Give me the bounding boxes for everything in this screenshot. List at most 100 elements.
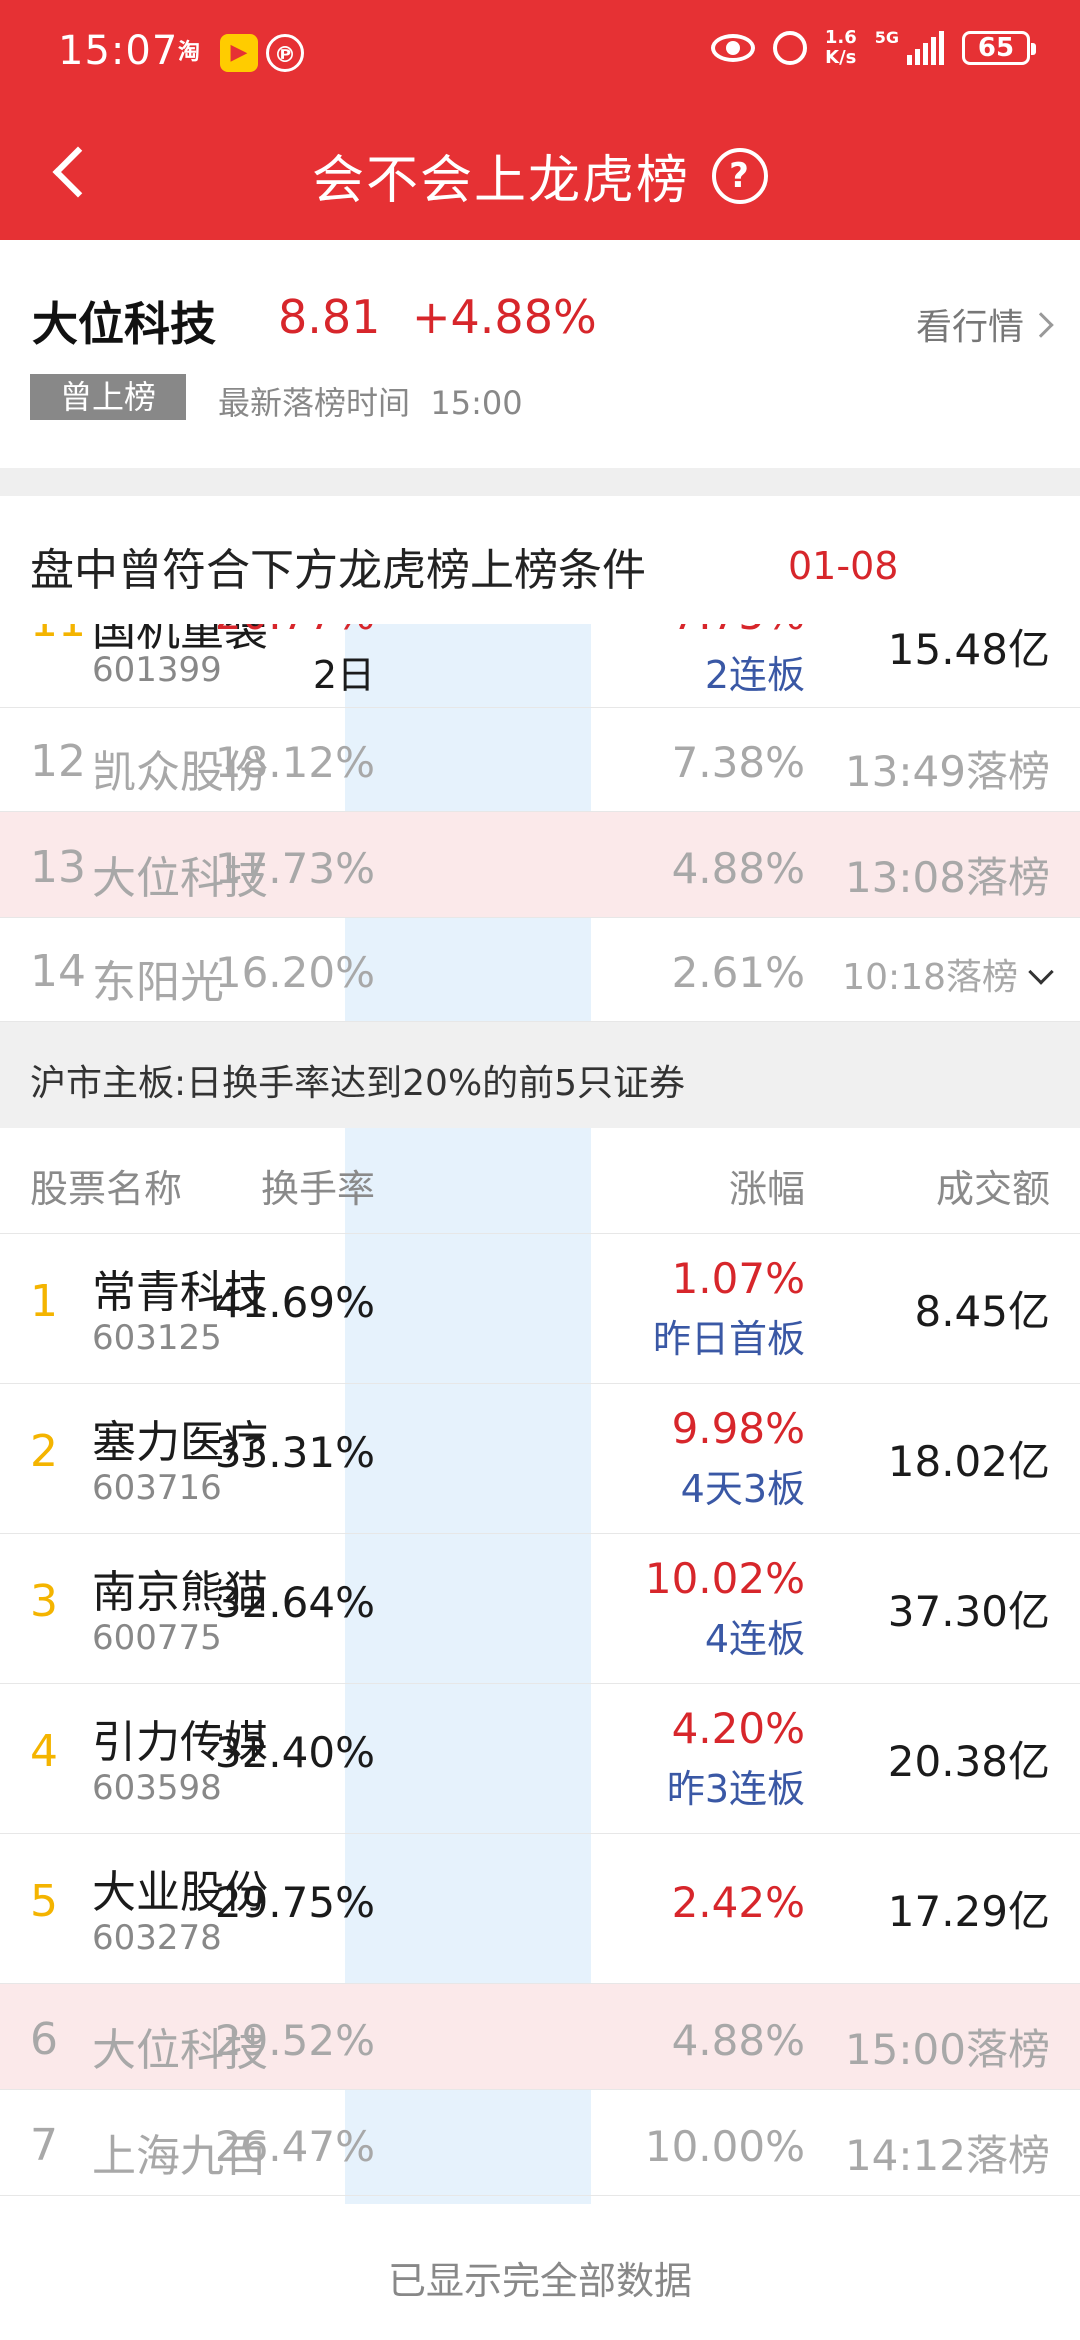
row-change: 10.02%: [644, 1554, 805, 1603]
table-row[interactable]: 5 大业股份 603278 29.75% 2.42% 17.29亿: [0, 1834, 1080, 1984]
row-change: 10.00%: [644, 2122, 805, 2171]
row-turnover: 16.20%: [214, 948, 375, 997]
divider: [0, 468, 1080, 496]
latest-drop-label: 最新落榜时间: [218, 384, 411, 422]
row-turnover: 20.77%: [215, 624, 375, 639]
status-badge: 曾上榜: [30, 374, 186, 420]
section-date: 01-08: [788, 544, 899, 588]
help-icon[interactable]: ?: [712, 147, 768, 204]
row-turnover: 32.40%: [214, 1728, 375, 1777]
row-stock-code: 601399: [92, 650, 222, 690]
col-header-amount[interactable]: 成交额: [936, 1158, 1050, 1213]
row-stock-code: 600775: [92, 1618, 222, 1658]
status-time: 15:07: [58, 28, 179, 74]
row-change-tag: 4连板: [704, 1617, 805, 1661]
table-row[interactable]: 1 常青科技 603125 41.69% 1.07% 昨日首板 8.45亿: [0, 1234, 1080, 1384]
subsection-title: 沪市主板:日换手率达到20%的前5只证券: [30, 1063, 686, 1104]
row-rank: 3: [30, 1576, 58, 1627]
app-circle-icon: ℗: [266, 34, 304, 72]
view-quote-link[interactable]: 看行情: [915, 298, 1054, 350]
video-app-icon: ▶: [220, 34, 258, 72]
signal-icon: [907, 31, 944, 65]
row-rank: 5: [30, 1876, 58, 1927]
table-row-current-stock[interactable]: 6 大位科技 29.52% 4.88% 15:00落榜: [0, 1984, 1080, 2090]
stock-price: 8.81: [278, 290, 381, 344]
row-rank: 14: [30, 946, 86, 997]
list-footer: 已显示完全部数据: [0, 2204, 1080, 2340]
row-turnover: 32.64%: [214, 1578, 375, 1627]
row-rank: 12: [30, 736, 86, 787]
row-stock-name: 东阳光: [92, 957, 224, 1008]
table-row-current-stock[interactable]: 13 大位科技 17.73% 4.88% 13:08落榜: [0, 812, 1080, 918]
stock-header: 大位科技 8.81 +4.88% 看行情 曾上榜 最新落榜时间 15:00: [0, 240, 1080, 468]
ranking-list[interactable]: 11 国机重装 601399 20.77% 2日 7.75% 2连板 15.48…: [0, 624, 1080, 2204]
page-title: 会不会上龙虎榜: [311, 151, 690, 211]
row-turnover: 33.31%: [214, 1428, 375, 1477]
table-row[interactable]: 11 国机重装 601399 20.77% 2日 7.75% 2连板 15.48…: [0, 624, 1080, 708]
col-header-change[interactable]: 涨幅: [729, 1158, 805, 1213]
stock-change-pct: +4.88%: [412, 290, 597, 344]
row-change-tag: 2连板: [704, 653, 805, 697]
latest-drop-time: 最新落榜时间 15:00: [218, 378, 523, 424]
table-row[interactable]: 3 南京熊猫 600775 32.64% 10.02% 4连板 37.30亿: [0, 1534, 1080, 1684]
section-title: 盘中曾符合下方龙虎榜上榜条件: [30, 545, 646, 596]
row-rank: 1: [30, 1276, 58, 1327]
row-amount: 37.30亿: [887, 1587, 1050, 1636]
chevron-down-icon[interactable]: [1028, 959, 1054, 985]
row-change: 9.98%: [671, 1404, 805, 1453]
row-rank: 4: [30, 1726, 58, 1777]
row-change: 7.75%: [672, 624, 805, 639]
row-stock-code: 603278: [92, 1918, 222, 1958]
row-change-tag: 昨日首板: [652, 1317, 805, 1361]
table-row[interactable]: 4 引力传媒 603598 32.40% 4.20% 昨3连板 20.38亿: [0, 1684, 1080, 1834]
row-stock-code: 603716: [92, 1468, 222, 1508]
table-row[interactable]: 7 上海九百 26.47% 10.00% 14:12落榜: [0, 2090, 1080, 2196]
table-row[interactable]: 2 塞力医疗 603716 33.31% 9.98% 4天3板 18.02亿: [0, 1384, 1080, 1534]
row-rank: 13: [30, 842, 86, 893]
table-row[interactable]: 12 凯众股份 18.12% 7.38% 13:49落榜: [0, 708, 1080, 812]
row-rank: 7: [30, 2120, 58, 2171]
row-turnover: 26.47%: [214, 2122, 375, 2171]
row-rank: 2: [30, 1426, 58, 1477]
row-stock-code: 603598: [92, 1768, 222, 1808]
row-amount: 20.38亿: [887, 1737, 1050, 1786]
network-speed: 1.6 K/s: [824, 27, 857, 68]
row-amount: 10:18落榜: [842, 948, 1054, 1000]
row-amount-text: 10:18落榜: [842, 957, 1018, 998]
row-change: 7.38%: [671, 738, 805, 787]
table-header: 股票名称 换手率 涨幅 成交额: [0, 1128, 1080, 1234]
alarm-icon: [772, 31, 807, 65]
row-amount: 15:00落榜: [844, 2025, 1050, 2074]
status-bar: 15:07 淘 ▶ ℗ 1.6 K/s 5G 65: [0, 0, 1080, 110]
row-change-tag: 4天3板: [680, 1467, 805, 1511]
row-change-tag: 昨3连板: [666, 1767, 805, 1811]
latest-drop-value: 15:00: [430, 384, 523, 422]
row-amount: 18.02亿: [887, 1437, 1050, 1486]
row-turnover: 18.12%: [214, 738, 375, 787]
col-header-turnover[interactable]: 换手率: [261, 1158, 375, 1213]
row-stock-code: 603125: [92, 1318, 222, 1358]
nav-bar: 会不会上龙虎榜 ?: [0, 110, 1080, 240]
row-rank: 6: [30, 2014, 58, 2065]
row-turnover: 41.69%: [214, 1278, 375, 1327]
row-change: 4.88%: [671, 844, 805, 893]
row-rank: 11: [30, 624, 86, 647]
row-amount: 17.29亿: [887, 1887, 1050, 1936]
battery-icon: 65: [962, 31, 1036, 65]
row-turnover: 17.73%: [214, 844, 375, 893]
row-change: 4.88%: [671, 2016, 805, 2065]
row-change: 4.20%: [671, 1704, 805, 1753]
table-row[interactable]: 14 东阳光 16.20% 2.61% 10:18落榜: [0, 918, 1080, 1022]
col-header-name: 股票名称: [30, 1167, 183, 1211]
row-amount: 13:08落榜: [844, 853, 1050, 902]
row-amount: 14:12落榜: [844, 2131, 1050, 2180]
stock-name: 大位科技: [32, 297, 216, 351]
section-header: 盘中曾符合下方龙虎榜上榜条件 01-08: [0, 496, 1080, 624]
row-turnover: 29.52%: [214, 2016, 375, 2065]
row-turnover-sub: 2日: [312, 653, 375, 697]
status-right-icons: 1.6 K/s 5G 65: [710, 27, 1036, 68]
row-change: 2.42%: [671, 1878, 805, 1927]
view-quote-label: 看行情: [915, 307, 1024, 348]
top-app-bar: 15:07 淘 ▶ ℗ 1.6 K/s 5G 65 会不会上龙虎榜 ?: [0, 0, 1080, 240]
row-change: 2.61%: [671, 948, 805, 997]
